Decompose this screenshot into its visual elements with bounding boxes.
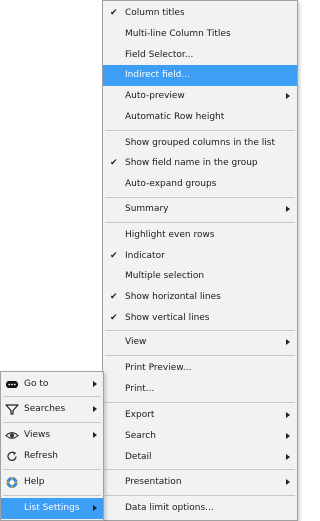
- menu-item-refresh[interactable]: Refresh: [1, 446, 103, 467]
- menu-item-column-titles[interactable]: ✔ Column titles: [103, 3, 297, 24]
- filter-icon: [5, 404, 19, 415]
- menu-item-label: Go to: [24, 379, 49, 389]
- menu-separator: [105, 355, 295, 356]
- menu-item-label: Multi-line Column Titles: [125, 29, 231, 39]
- menu-item-show-grouped-columns[interactable]: Show grouped columns in the list: [103, 133, 297, 154]
- menu-item-automatic-row-height[interactable]: Automatic Row height: [103, 107, 297, 128]
- menu-item-print-preview[interactable]: Print Preview...: [103, 358, 297, 379]
- chevron-right-icon: [286, 339, 290, 345]
- menu-item-label: Indirect field...: [125, 70, 190, 80]
- menu-item-label: Help: [24, 477, 45, 487]
- menu-item-label: Show vertical lines: [125, 313, 210, 323]
- menu-item-indirect-field[interactable]: Indirect field...: [103, 65, 297, 86]
- menu-item-label: View: [125, 337, 147, 347]
- menu-separator: [3, 469, 101, 470]
- checkmark-icon: ✔: [110, 8, 118, 18]
- menu-separator: [105, 402, 295, 403]
- menu-item-label: Show field name in the group: [125, 158, 258, 168]
- menu-item-label: Column titles: [125, 8, 185, 18]
- menu-item-views[interactable]: Views: [1, 425, 103, 446]
- menu-item-auto-expand-groups[interactable]: Auto-expand groups: [103, 174, 297, 195]
- menu-item-label: Print Preview...: [125, 363, 192, 373]
- menu-item-list-settings[interactable]: List Settings: [1, 498, 103, 519]
- menu-item-view[interactable]: View: [103, 332, 297, 353]
- menu-separator: [105, 469, 295, 470]
- chevron-right-icon: [286, 479, 290, 485]
- menu-item-export[interactable]: Export: [103, 405, 297, 426]
- menu-item-detail[interactable]: Detail: [103, 447, 297, 468]
- chevron-right-icon: [93, 381, 97, 387]
- chevron-right-icon: [286, 93, 290, 99]
- chevron-right-icon: [93, 505, 97, 511]
- menu-item-label: Print...: [125, 384, 155, 394]
- refresh-icon: [7, 451, 17, 461]
- chevron-right-icon: [286, 206, 290, 212]
- menu-item-data-limit-options[interactable]: Data limit options...: [103, 498, 297, 519]
- list-context-menu: Go to Searches Views Refresh Help List S…: [0, 371, 104, 521]
- menu-item-multiple-selection[interactable]: Multiple selection: [103, 266, 297, 287]
- menu-item-label: Show horizontal lines: [125, 292, 221, 302]
- menu-separator: [105, 222, 295, 223]
- chevron-right-icon: [93, 432, 97, 438]
- menu-item-label: Field Selector...: [125, 50, 194, 60]
- menu-separator: [105, 330, 295, 331]
- menu-item-label: Searches: [24, 404, 66, 414]
- menu-separator: [105, 130, 295, 131]
- checkmark-icon: ✔: [110, 158, 118, 168]
- menu-item-label: Multiple selection: [125, 271, 205, 281]
- menu-separator: [3, 422, 101, 423]
- menu-item-label: Search: [125, 431, 156, 441]
- goto-icon: [6, 381, 18, 388]
- checkmark-icon: ✔: [110, 251, 118, 261]
- menu-item-indicator[interactable]: ✔ Indicator: [103, 246, 297, 267]
- menu-item-multiline-column-titles[interactable]: Multi-line Column Titles: [103, 24, 297, 45]
- chevron-right-icon: [93, 406, 97, 412]
- menu-item-label: Views: [24, 430, 51, 440]
- menu-item-label: Auto-preview: [125, 91, 185, 101]
- menu-item-print[interactable]: Print...: [103, 379, 297, 400]
- menu-item-show-field-name-in-group[interactable]: ✔ Show field name in the group: [103, 153, 297, 174]
- menu-item-label: List Settings: [24, 503, 80, 513]
- menu-item-label: Data limit options...: [125, 503, 214, 513]
- menu-separator: [105, 495, 295, 496]
- menu-item-label: Refresh: [24, 451, 58, 461]
- menu-item-label: Indicator: [125, 251, 165, 261]
- menu-item-label: Detail: [125, 452, 152, 462]
- menu-item-label: Summary: [125, 204, 169, 214]
- eye-icon: [5, 432, 19, 439]
- menu-item-help[interactable]: Help: [1, 472, 103, 493]
- menu-item-label: Export: [125, 410, 155, 420]
- chevron-right-icon: [286, 433, 290, 439]
- chevron-right-icon: [286, 454, 290, 460]
- menu-item-field-selector[interactable]: Field Selector...: [103, 45, 297, 66]
- checkmark-icon: ✔: [110, 292, 118, 302]
- checkmark-icon: ✔: [110, 313, 118, 323]
- menu-item-go-to[interactable]: Go to: [1, 374, 103, 395]
- chevron-right-icon: [286, 412, 290, 418]
- menu-separator: [3, 396, 101, 397]
- menu-item-auto-preview[interactable]: Auto-preview: [103, 86, 297, 107]
- menu-item-label: Show grouped columns in the list: [125, 138, 275, 148]
- menu-item-label: Automatic Row height: [125, 112, 225, 122]
- menu-item-show-horizontal-lines[interactable]: ✔ Show horizontal lines: [103, 287, 297, 308]
- menu-item-highlight-even-rows[interactable]: Highlight even rows: [103, 225, 297, 246]
- menu-item-label: Highlight even rows: [125, 230, 215, 240]
- menu-item-label: Presentation: [125, 477, 182, 487]
- menu-item-presentation[interactable]: Presentation: [103, 472, 297, 493]
- menu-item-summary[interactable]: Summary: [103, 199, 297, 220]
- menu-separator: [105, 197, 295, 198]
- menu-item-search[interactable]: Search: [103, 426, 297, 447]
- menu-item-show-vertical-lines[interactable]: ✔ Show vertical lines: [103, 308, 297, 329]
- menu-item-label: Auto-expand groups: [125, 179, 217, 189]
- help-icon: [6, 477, 18, 488]
- menu-item-searches[interactable]: Searches: [1, 399, 103, 420]
- menu-separator: [3, 495, 101, 496]
- list-settings-submenu: ✔ Column titles Multi-line Column Titles…: [102, 0, 298, 521]
